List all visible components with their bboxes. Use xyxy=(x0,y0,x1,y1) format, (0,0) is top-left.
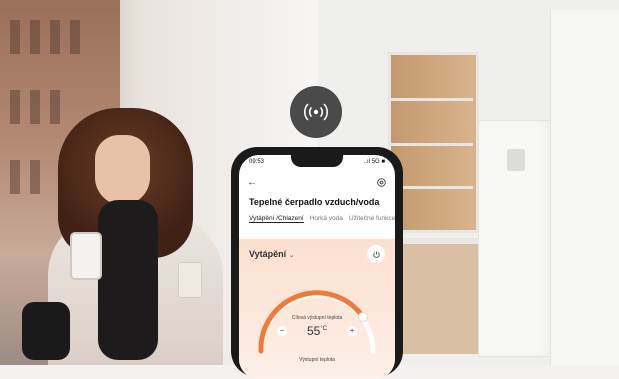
arrow-left-icon[interactable]: ← xyxy=(247,177,257,188)
app-screen: 09:53 ..ıl 5G ■ ← Tepelné čerpadlo vzduc… xyxy=(239,155,395,379)
unit-display-panel xyxy=(507,149,525,171)
building-window xyxy=(10,20,20,54)
building-window xyxy=(30,20,40,54)
woman-scarf xyxy=(98,200,158,360)
gear-icon[interactable] xyxy=(376,177,387,188)
target-temp-value: 55°C xyxy=(307,324,327,338)
building-window xyxy=(30,160,40,194)
target-temp-unit: °C xyxy=(320,326,328,332)
tab-heating-cooling[interactable]: Vytápění /Chlazení xyxy=(249,215,304,224)
shelf-board xyxy=(391,143,473,146)
tall-cabinet xyxy=(550,10,619,365)
building-window xyxy=(30,90,40,124)
shelf-board xyxy=(391,98,473,101)
temperature-gauge[interactable] xyxy=(251,269,383,359)
held-phone xyxy=(70,232,102,280)
tab-bar: Vytápění /Chlazení Horká voda Užitečné f… xyxy=(249,215,395,224)
tab-useful-functions[interactable]: Užitečné funkce xyxy=(349,215,395,223)
decrease-button[interactable]: − xyxy=(276,326,287,336)
status-icons: ..ıl 5G ■ xyxy=(363,159,385,165)
target-temp-number: 55 xyxy=(306,324,321,338)
building-window xyxy=(50,20,60,54)
building-window xyxy=(70,20,80,54)
heat-pump-unit xyxy=(478,120,552,357)
chevron-down-icon: ⌄ xyxy=(288,252,295,259)
page-title: Tepelné čerpadlo vzduch/voda xyxy=(249,197,380,207)
woman-face xyxy=(95,135,150,205)
building-window xyxy=(10,160,20,194)
coffee-cup xyxy=(178,262,202,298)
building-window xyxy=(10,90,20,124)
wireless-signal-icon xyxy=(290,86,342,138)
status-time: 09:53 xyxy=(249,159,265,165)
mode-label: Vytápění xyxy=(249,249,287,259)
increase-button[interactable]: + xyxy=(347,326,358,336)
building-window xyxy=(50,90,60,124)
gauge-arc xyxy=(258,290,366,354)
target-temp-row: − 55°C + xyxy=(239,324,395,338)
target-temp-label: Cílová výstupní teplota xyxy=(291,315,343,321)
smartphone: 09:53 ..ıl 5G ■ ← Tepelné čerpadlo vzduc… xyxy=(231,147,403,379)
tab-hot-water[interactable]: Horká voda xyxy=(310,215,343,223)
mode-selector[interactable]: Vytápění ⌄ xyxy=(249,249,295,259)
shelf-board xyxy=(391,186,473,189)
gauge-track xyxy=(258,292,376,354)
output-temp-label: Výstupní teplota xyxy=(299,357,335,363)
power-icon[interactable] xyxy=(367,245,385,263)
status-bar: 09:53 ..ıl 5G ■ xyxy=(249,159,385,169)
handbag xyxy=(22,302,70,360)
kitchen-counter xyxy=(400,238,480,354)
app-toolbar: ← xyxy=(247,177,387,191)
heating-card: Vytápění ⌄ Cílová výstupní teplota − 55°… xyxy=(239,239,395,379)
